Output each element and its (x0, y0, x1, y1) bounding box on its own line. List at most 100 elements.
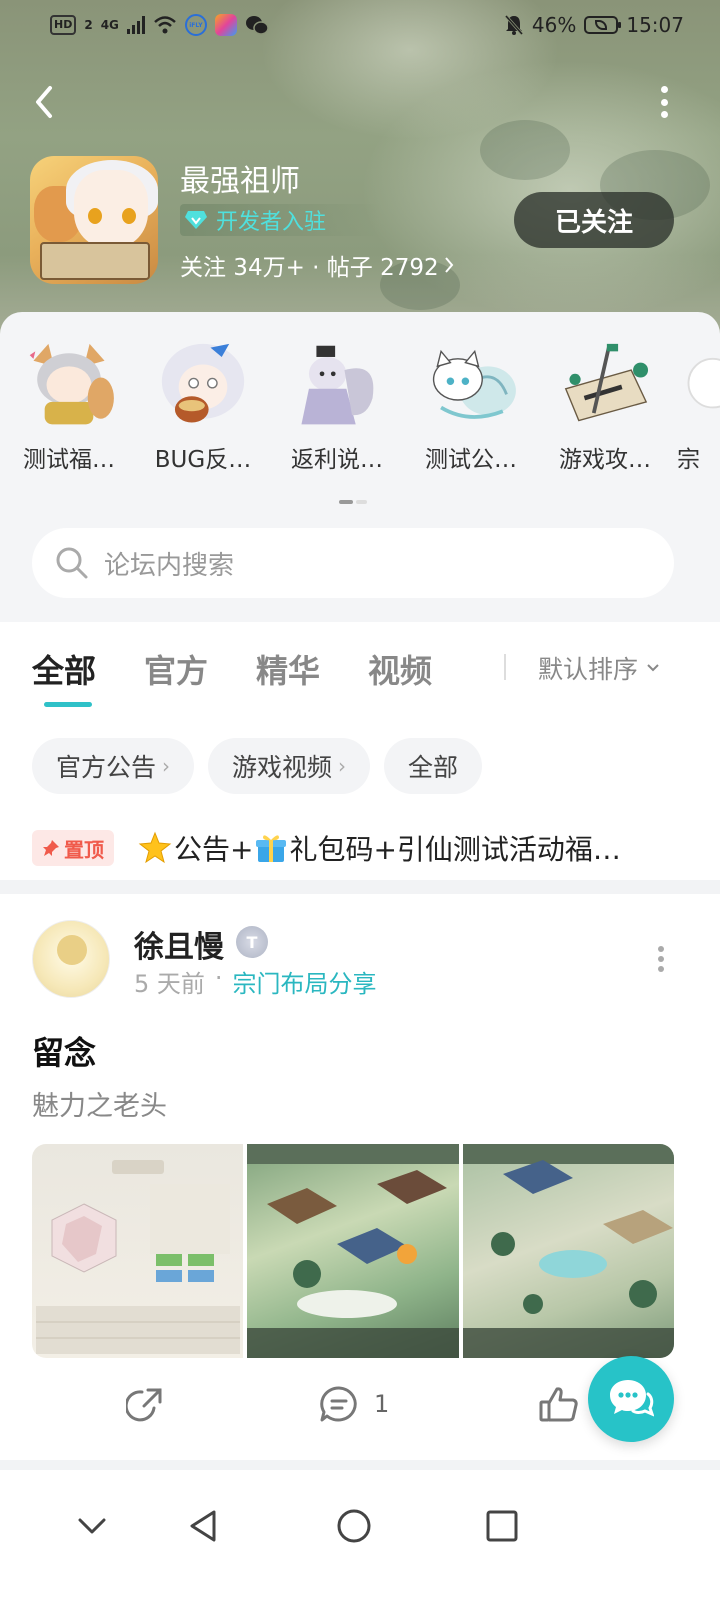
sort-dropdown[interactable]: 默认排序 (538, 650, 660, 686)
pin-icon (43, 840, 59, 856)
background-tree (480, 120, 570, 180)
wechat-icon (245, 16, 269, 35)
app-notification-icon (214, 14, 237, 36)
carousel-pager (339, 500, 367, 505)
signal-icon (126, 16, 145, 34)
board-label: 宗 (677, 447, 700, 472)
pinned-badge-label: 置顶 (64, 837, 104, 862)
sect-layout-screenshot-2 (462, 1144, 674, 1358)
pinned-title-text-2: 礼包码+引仙测试活动福… (289, 833, 621, 866)
meta-separator: · (214, 964, 223, 992)
board-label: 游戏攻… (559, 447, 651, 472)
battery-icon (584, 16, 622, 34)
more-vertical-icon[interactable] (658, 86, 670, 118)
share-button[interactable] (126, 1384, 166, 1424)
post-images (32, 1144, 674, 1358)
status-bar: HD 2 4G iFLY 46% 15:07 (0, 0, 720, 50)
nav-home-icon[interactable] (334, 1506, 374, 1546)
chevron-right-icon: › (162, 754, 171, 778)
share-icon (126, 1388, 162, 1422)
avatar[interactable] (32, 920, 110, 998)
diamond-icon (185, 211, 207, 229)
clock: 15:07 (626, 13, 684, 37)
post-body: 魅力之老头 (32, 1091, 167, 1122)
nav-recents-icon[interactable] (482, 1506, 522, 1546)
chip-label: 官方公告 (56, 753, 157, 782)
tab-featured[interactable]: 精华 (256, 646, 320, 692)
pinned-title-text: 公告+ (174, 833, 254, 866)
tab-divider (504, 654, 506, 680)
post-image[interactable] (462, 1144, 674, 1358)
chevron-right-icon (444, 257, 453, 273)
spirit-cat-board-icon (432, 349, 516, 419)
network-type: HD (50, 15, 77, 35)
board-item[interactable]: 测试福… (2, 342, 136, 472)
tab-video[interactable]: 视频 (368, 646, 432, 692)
developer-badge-label: 开发者入驻 (216, 210, 327, 235)
chat-bubble-icon (610, 1380, 654, 1417)
sort-label: 默认排序 (538, 655, 639, 684)
signal-type: 4G (100, 18, 119, 32)
compose-post-button[interactable] (588, 1356, 674, 1442)
post-time: 5 天前 (134, 970, 205, 998)
tab-official[interactable]: 官方 (144, 646, 208, 692)
post-title: 留念 (32, 1034, 97, 1072)
chip-all[interactable]: 全部 (384, 738, 483, 794)
post-image[interactable] (247, 1144, 459, 1358)
board-item[interactable]: 游戏攻… (538, 342, 672, 472)
icon-face (74, 170, 148, 248)
comment-button[interactable]: 1 (318, 1384, 389, 1424)
gift-icon (256, 835, 287, 862)
pinned-post[interactable]: 置顶 公告+ 礼包码+引仙测试活动福… (32, 828, 682, 868)
board-label: BUG反… (154, 447, 252, 472)
icon-book (40, 242, 150, 280)
chip-official-announcement[interactable]: 官方公告 › (32, 738, 195, 794)
sim-slot: 2 (84, 18, 93, 32)
forum-sheet: 测试福… BUG反… 返利说… 测试公… 游戏攻… 宗 论坛内搜索 (0, 312, 720, 622)
chevron-down-icon[interactable] (72, 1506, 112, 1546)
game-stats-text: 关注 34万+ · 帖子 2792 (180, 255, 439, 281)
back-arrow-icon[interactable] (28, 84, 64, 120)
post-more-icon[interactable] (658, 946, 666, 972)
chevron-right-icon: › (338, 754, 347, 778)
section-gap (0, 1460, 720, 1470)
board-item[interactable]: BUG反… (136, 342, 270, 472)
search-placeholder: 论坛内搜索 (104, 550, 235, 581)
board-carousel[interactable]: 测试福… BUG反… 返利说… 测试公… 游戏攻… 宗 (0, 342, 720, 472)
follow-button[interactable]: 已关注 (514, 192, 674, 248)
tab-all[interactable]: 全部 (32, 646, 96, 707)
board-label: 测试福… (23, 447, 115, 472)
game-app-icon[interactable] (30, 156, 158, 284)
post-image[interactable] (32, 1144, 244, 1358)
pinned-badge: 置顶 (32, 830, 114, 866)
post-category[interactable]: 宗门布局分享 (233, 964, 377, 999)
developer-badge[interactable]: 开发者入驻 (180, 204, 380, 236)
board-label: 返利说… (291, 447, 383, 472)
nav-back-icon[interactable] (184, 1506, 224, 1546)
scroll-sword-board-icon (564, 343, 649, 422)
icon-eye (88, 208, 102, 224)
system-navigation-bar (0, 1470, 720, 1600)
board-item[interactable]: 宗 (672, 342, 720, 472)
board-item[interactable]: 测试公… (404, 342, 538, 472)
game-title: 最强祖师 (180, 164, 300, 199)
avatar-emblem (57, 935, 87, 965)
forum-search-input[interactable]: 论坛内搜索 (32, 528, 674, 598)
feed-controls: 全部 官方 精华 视频 默认排序 官方公告 › 游戏视频 › 全部 置顶 公告+… (0, 622, 720, 880)
wifi-icon (154, 16, 176, 34)
comment-icon (320, 1386, 357, 1422)
board-item[interactable]: 返利说… (270, 342, 404, 472)
cat-sage-board-icon (301, 345, 374, 425)
feed-tabs: 全部 官方 精华 视频 (32, 646, 480, 707)
like-button[interactable] (538, 1384, 594, 1424)
sect-layout-screenshot-1 (247, 1144, 459, 1358)
icon-eye (122, 208, 136, 224)
filter-chips: 官方公告 › 游戏视频 › 全部 (32, 738, 483, 794)
star-icon (138, 831, 172, 864)
game-stats[interactable]: 关注 34万+ · 帖子 2792 (180, 248, 455, 282)
post-username[interactable]: 徐且慢 (134, 922, 224, 966)
thumbs-up-icon (539, 1387, 578, 1422)
chip-game-video[interactable]: 游戏视频 › (208, 738, 371, 794)
board-label: 测试公… (425, 447, 517, 472)
pinned-title: 公告+ 礼包码+引仙测试活动福… (138, 828, 650, 868)
